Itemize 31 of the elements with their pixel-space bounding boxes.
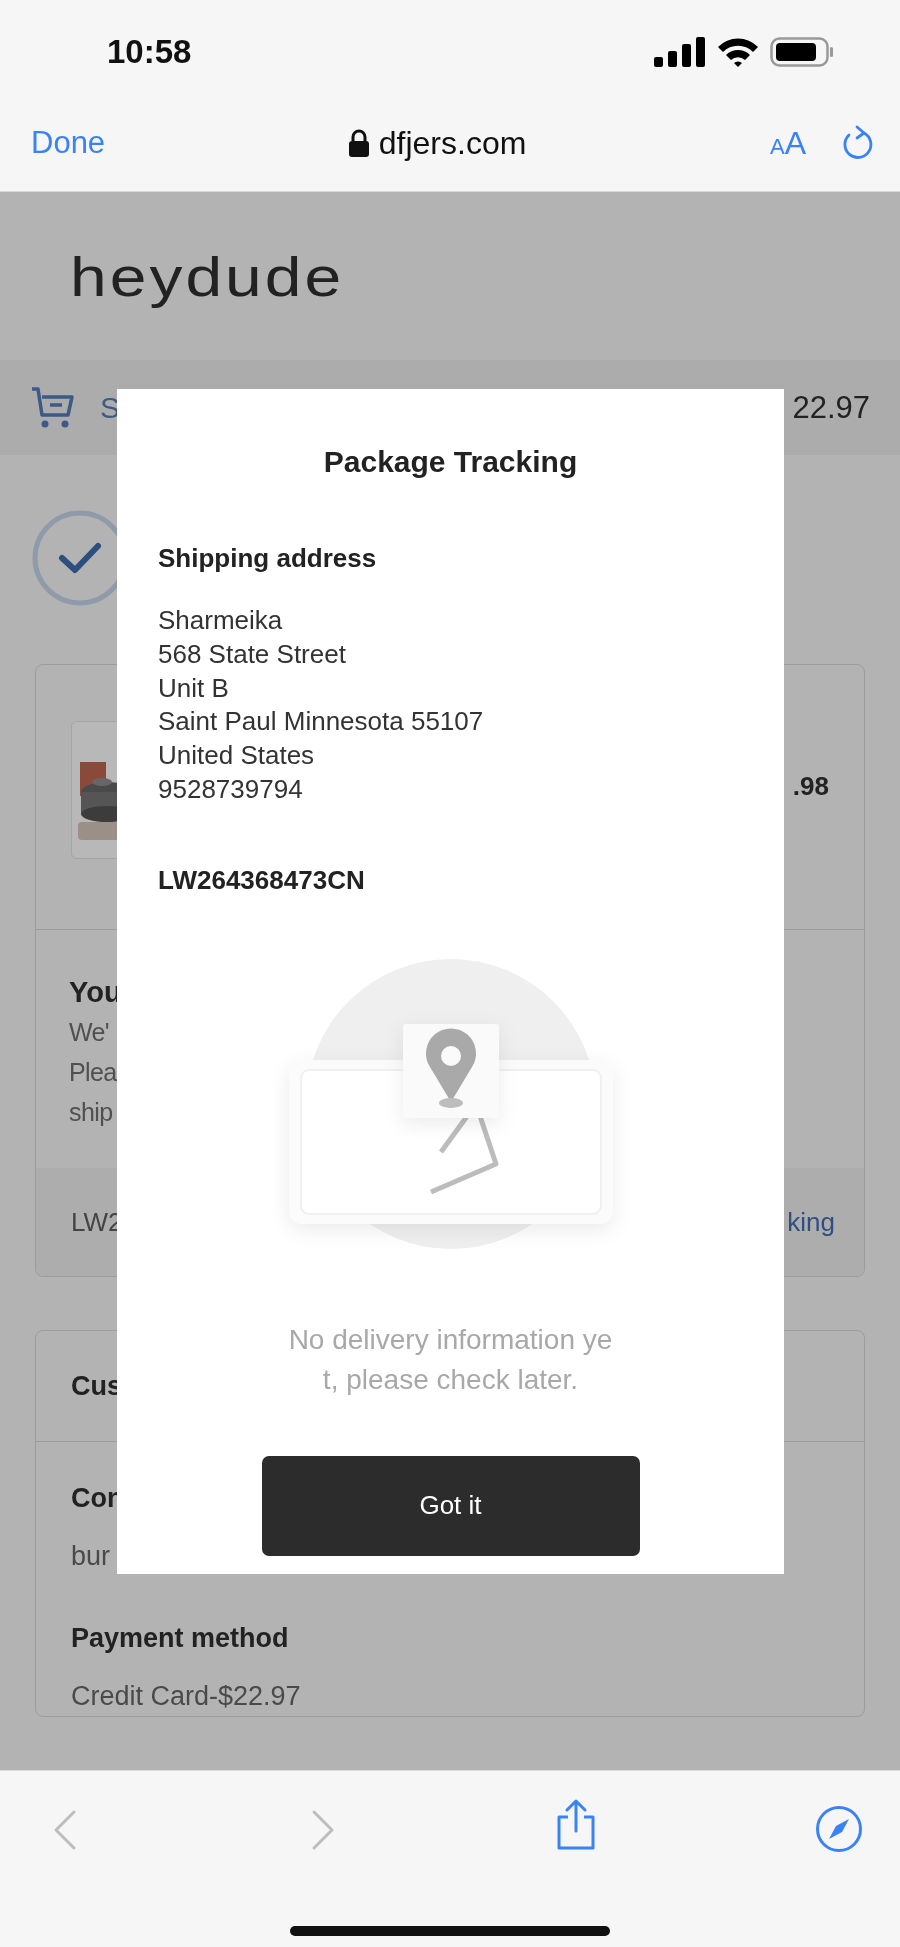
field-value: bur	[71, 1540, 112, 1573]
tracking-link[interactable]: king	[787, 1206, 835, 1238]
shipping-note-text: Plea	[69, 1057, 118, 1088]
battery-icon	[770, 36, 834, 67]
empty-state-message: No delivery information yet, please check later.	[288, 1322, 613, 1397]
field-label: Payment method	[71, 1622, 290, 1655]
got-it-button[interactable]: Got it	[261, 1455, 640, 1556]
field-value: Credit Card-$22.97	[71, 1680, 302, 1713]
share-icon[interactable]	[555, 1799, 597, 1851]
address-line: Sharmeika	[158, 604, 284, 637]
reload-icon[interactable]	[842, 125, 874, 161]
dialog-title: Package Tracking	[322, 445, 579, 479]
order-total: 22.97	[792, 389, 870, 426]
item-price: .98	[792, 771, 829, 803]
address-line: 568 State Street	[158, 637, 347, 671]
compass-icon[interactable]	[815, 1805, 863, 1853]
signal-icon	[654, 36, 706, 67]
lock-icon	[348, 129, 369, 157]
tracking-number: LW264368473CN	[158, 864, 366, 896]
url-text[interactable]: dfjers.com	[378, 124, 527, 162]
shipping-note-text: We'	[69, 1017, 111, 1048]
brand-logo[interactable]: heydude	[70, 243, 345, 309]
back-icon[interactable]	[52, 1809, 78, 1851]
address-heading: Shipping address	[158, 543, 378, 574]
address-line: United States	[158, 739, 316, 773]
shipping-note-text: ship	[69, 1097, 114, 1128]
address-line: 9528739794	[158, 773, 304, 806]
address-line: Saint Paul Minnesota 55107	[158, 705, 485, 739]
status-time: 10:58	[107, 31, 192, 71]
address-line: Unit B	[158, 671, 230, 705]
forward-icon[interactable]	[310, 1809, 336, 1851]
